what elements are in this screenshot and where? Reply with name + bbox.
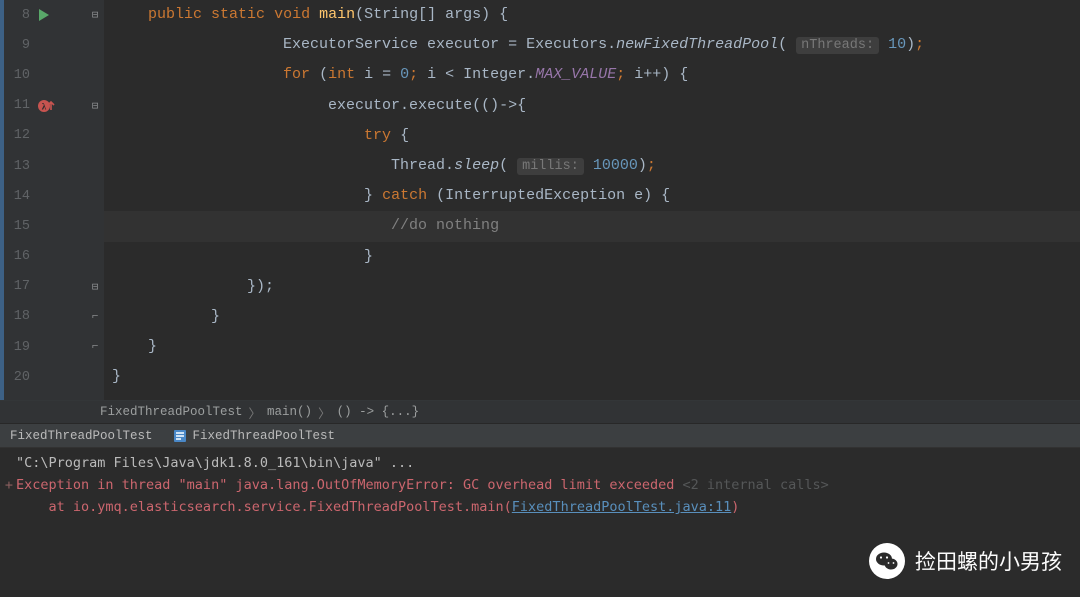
tab-label: FixedThreadPoolTest (193, 429, 336, 443)
parameter-hint: millis: (517, 158, 584, 175)
line-number: 9 (4, 38, 32, 53)
console-output[interactable]: "C:\Program Files\Java\jdk1.8.0_161\bin\… (0, 448, 1080, 522)
chevron-right-icon: 〉 (249, 403, 262, 422)
chevron-right-icon: 〉 (318, 403, 331, 422)
line-number: 8 (4, 8, 32, 23)
breadcrumb-item[interactable]: FixedThreadPoolTest (100, 405, 243, 419)
code-text: executor.execute(()->{ (328, 97, 526, 114)
code-text: (String[] args) { (355, 6, 508, 23)
code-text: ( (499, 157, 508, 174)
line-number: 13 (4, 159, 32, 174)
line-number: 14 (4, 189, 32, 204)
code-text: i < Integer. (418, 66, 535, 83)
keyword: public (148, 6, 202, 23)
line-number: 11 (4, 98, 32, 113)
method-name: main (319, 6, 355, 23)
fold-end-icon[interactable]: ⌐ (92, 311, 99, 323)
number: 10000 (593, 157, 638, 174)
line-number: 12 (4, 128, 32, 143)
fold-end-icon[interactable]: ⌐ (92, 341, 99, 353)
svg-text:λ: λ (42, 101, 47, 111)
code-text: } (112, 368, 121, 385)
keyword: static (211, 6, 265, 23)
stacktrace-line: ) (731, 499, 739, 515)
keyword: try (364, 127, 391, 144)
stacktrace-line: at io.ymq.elasticsearch.service.FixedThr… (16, 499, 512, 515)
line-number: 15 (4, 219, 32, 234)
expand-icon[interactable]: + (2, 474, 16, 496)
line-number: 18 (4, 309, 32, 324)
code-text: } (364, 187, 382, 204)
code-text: } (211, 308, 220, 325)
console-line: "C:\Program Files\Java\jdk1.8.0_161\bin\… (16, 455, 414, 471)
number: 0 (400, 66, 409, 83)
line-number: 17 (4, 279, 32, 294)
run-tab[interactable]: FixedThreadPoolTest (0, 424, 163, 447)
code-text: ( (319, 66, 328, 83)
breadcrumb-item[interactable]: main() (267, 405, 312, 419)
code-text: ( (778, 36, 787, 53)
watermark-text: 捡田螺的小男孩 (915, 546, 1062, 576)
line-number: 10 (4, 68, 32, 83)
semicolon: ; (915, 36, 924, 53)
keyword: int (328, 66, 355, 83)
static-call: sleep (454, 157, 499, 174)
tab-label: FixedThreadPoolTest (10, 429, 153, 443)
code-area[interactable]: public static void main(String[] args) {… (104, 0, 1080, 400)
breadcrumb[interactable]: FixedThreadPoolTest 〉 main() 〉 () -> {..… (0, 400, 1080, 424)
source-link[interactable]: FixedThreadPoolTest.java:11 (512, 499, 731, 515)
run-tab[interactable]: FixedThreadPoolTest (163, 424, 346, 447)
wechat-icon (869, 543, 905, 579)
code-text: i = (364, 66, 400, 83)
code-text: } (148, 338, 157, 355)
recursive-call-icon[interactable]: λ (38, 98, 56, 114)
number: 10 (888, 36, 906, 53)
code-text: }); (247, 278, 274, 295)
run-tab-bar: FixedThreadPoolTest FixedThreadPoolTest (0, 424, 1080, 448)
keyword: void (274, 6, 310, 23)
run-icon[interactable] (38, 8, 50, 22)
code-text: } (364, 248, 373, 265)
code-text: ExecutorService executor = Executors. (283, 36, 616, 53)
code-text: (InterruptedException e) { (427, 187, 670, 204)
code-text: i++) { (625, 66, 688, 83)
line-number: 19 (4, 340, 32, 355)
constant: MAX_VALUE (535, 66, 616, 83)
line-number: 20 (4, 370, 32, 385)
code-text: Thread. (391, 157, 454, 174)
expand-icon[interactable] (2, 452, 16, 474)
keyword: for (283, 66, 310, 83)
code-editor[interactable]: 8 ⊟ 9 10 11 λ ⊟ 12 (0, 0, 1080, 400)
static-call: newFixedThreadPool (616, 36, 778, 53)
line-number: 16 (4, 249, 32, 264)
code-text: ) (638, 157, 647, 174)
code-text: ) (906, 36, 915, 53)
keyword: catch (382, 187, 427, 204)
breadcrumb-item[interactable]: () -> {...} (337, 405, 420, 419)
parameter-hint: nThreads: (796, 37, 879, 54)
fold-end-icon[interactable]: ⊟ (92, 280, 99, 294)
watermark: 捡田螺的小男孩 (869, 543, 1062, 579)
fold-icon[interactable]: ⊟ (92, 8, 99, 22)
internal-calls: <2 internal calls> (674, 477, 828, 493)
semicolon: ; (647, 157, 656, 174)
fold-icon[interactable]: ⊟ (92, 99, 99, 113)
error-line: Exception in thread "main" java.lang.Out… (16, 477, 674, 493)
semicolon: ; (616, 66, 625, 83)
gutter: 8 ⊟ 9 10 11 λ ⊟ 12 (4, 0, 104, 400)
class-file-icon (173, 429, 187, 443)
comment: //do nothing (391, 217, 499, 234)
code-text: { (391, 127, 409, 144)
semicolon: ; (409, 66, 418, 83)
